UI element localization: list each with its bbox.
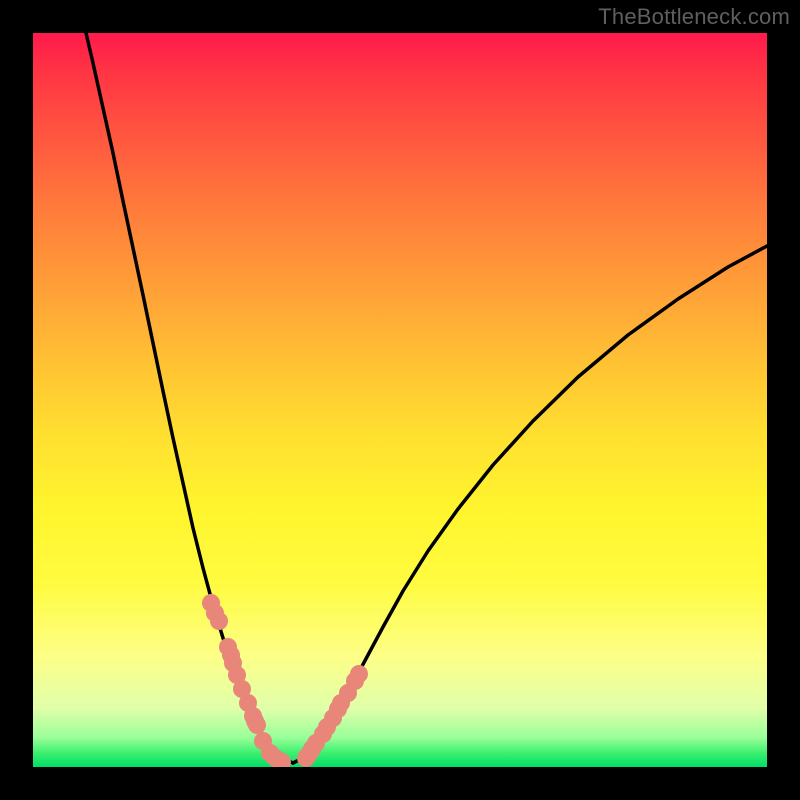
left-dots-point (248, 716, 266, 734)
chart-svg (33, 33, 767, 767)
dot-layer (202, 594, 368, 767)
left-dots-point (210, 612, 228, 630)
chart-container: TheBottleneck.com (0, 0, 800, 800)
right-curve (293, 246, 767, 763)
left-curve (86, 33, 293, 763)
plot-area (33, 33, 767, 767)
watermark-text: TheBottleneck.com (598, 4, 790, 30)
right-dots-point (350, 665, 368, 683)
curve-layer (86, 33, 767, 763)
